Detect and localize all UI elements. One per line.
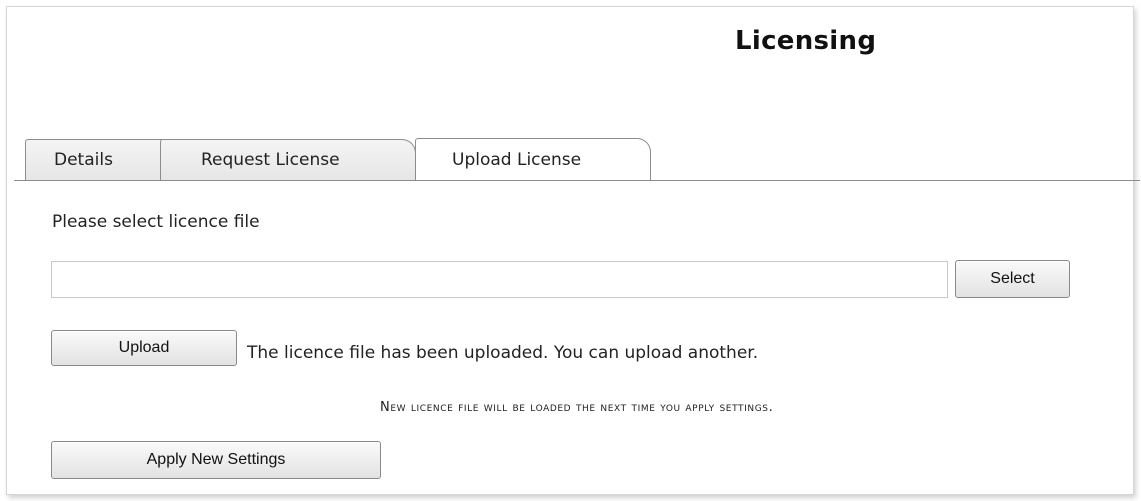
apply-settings-notice: New licence file will be loaded the next…	[380, 400, 774, 415]
upload-status-message: The licence file has been uploaded. You …	[247, 343, 759, 363]
tab-divider	[14, 180, 1140, 181]
select-file-prompt: Please select licence file	[52, 212, 260, 232]
select-button[interactable]: Select	[955, 260, 1070, 298]
licensing-panel	[6, 6, 1134, 495]
tab-upload-license[interactable]: Upload License	[415, 138, 651, 180]
page-title: Licensing	[735, 26, 877, 56]
licence-file-input[interactable]	[51, 261, 948, 298]
tab-details[interactable]: Details	[25, 139, 175, 180]
apply-new-settings-button[interactable]: Apply New Settings	[51, 441, 381, 479]
tab-request-license[interactable]: Request License	[160, 139, 416, 180]
upload-button[interactable]: Upload	[51, 330, 237, 366]
